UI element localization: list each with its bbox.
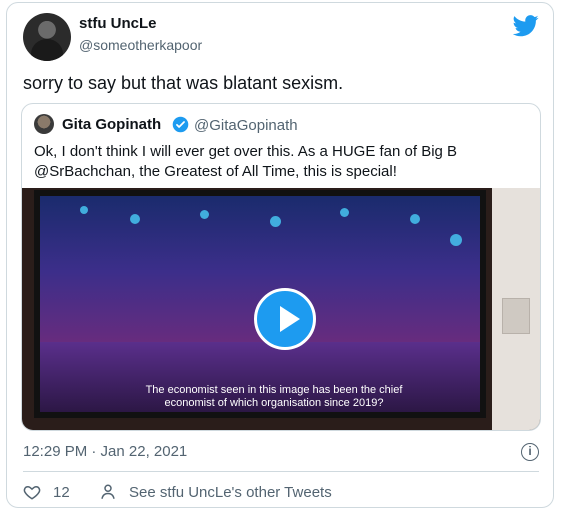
video-player[interactable]: The economist seen in this image has bee… <box>22 188 540 430</box>
see-other-tweets-link[interactable]: See stfu UncLe's other Tweets <box>99 483 332 501</box>
verified-badge-icon <box>172 116 189 133</box>
quoted-tweet-text: Ok, I don't think I will ever get over t… <box>34 143 458 180</box>
quoted-author-display-name[interactable]: Gita Gopinath <box>62 116 161 133</box>
like-button[interactable]: 12 <box>23 483 70 501</box>
stage-light <box>80 206 88 214</box>
like-count: 12 <box>53 483 70 501</box>
tweet-card: stfu UncLe @someotherkapoor sorry to say… <box>6 2 554 508</box>
person-icon <box>101 484 115 499</box>
twitter-bird-icon[interactable] <box>513 15 539 37</box>
quoted-author-handle[interactable]: @GitaGopinath <box>194 117 298 134</box>
tweet-timestamp[interactable]: 12:29 PM · Jan 22, 2021 <box>23 443 187 460</box>
video-subtitle: The economist seen in this image has bee… <box>145 384 403 409</box>
tweet-text: sorry to say but that was blatant sexism… <box>23 73 344 93</box>
wall-socket <box>502 298 530 334</box>
quoted-tweet[interactable]: Gita Gopinath @GitaGopinath Ok, I don't … <box>21 103 541 431</box>
play-icon[interactable] <box>254 288 316 350</box>
stage-light <box>270 216 281 227</box>
author-display-name[interactable]: stfu UncLe <box>79 15 157 32</box>
stage-light <box>410 214 420 224</box>
stage-light <box>340 208 349 217</box>
stage-light <box>130 214 140 224</box>
info-icon[interactable]: i <box>521 443 539 461</box>
stage-light <box>450 234 462 246</box>
divider <box>23 471 539 472</box>
author-avatar[interactable] <box>23 13 71 61</box>
quoted-author-avatar[interactable] <box>34 114 54 134</box>
stage-light <box>200 210 209 219</box>
heart-icon <box>23 485 41 500</box>
author-handle[interactable]: @someotherkapoor <box>79 37 202 53</box>
see-other-tweets-label: See stfu UncLe's other Tweets <box>129 483 332 501</box>
